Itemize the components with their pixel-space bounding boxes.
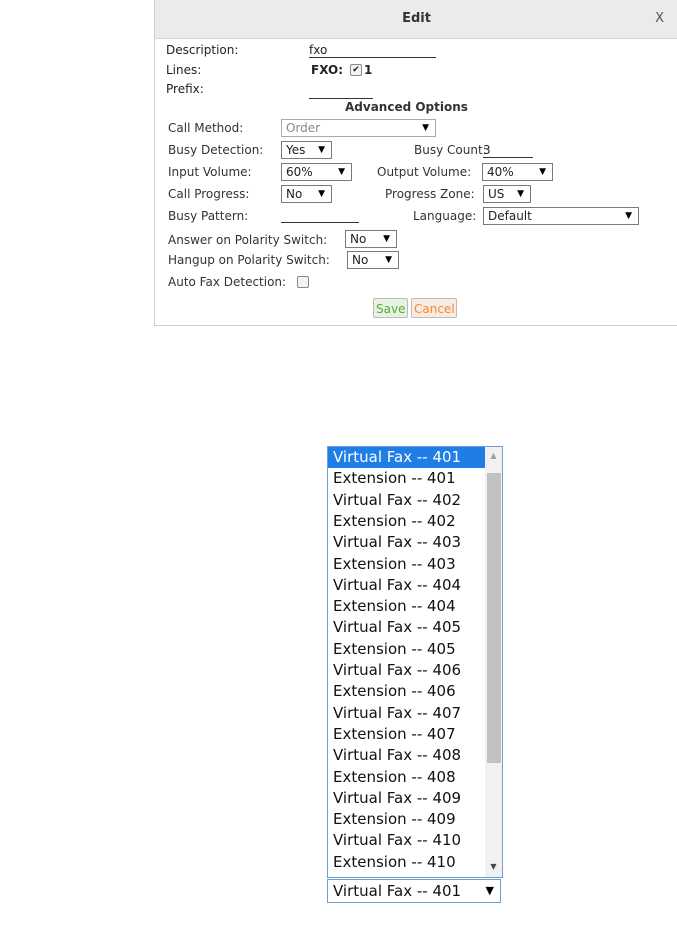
language-value: Default — [488, 209, 532, 223]
extension-select-value: Virtual Fax -- 401 — [333, 882, 462, 900]
hangup-polarity-value: No — [352, 253, 369, 267]
input-volume-label: Input Volume: — [168, 165, 252, 179]
call-method-select[interactable]: Order ▼ — [281, 119, 436, 137]
call-method-label: Call Method: — [168, 121, 244, 135]
close-button[interactable]: X — [655, 11, 664, 26]
save-button[interactable]: Save — [373, 298, 408, 318]
dropdown-option[interactable]: Virtual Fax -- 409 — [328, 788, 486, 809]
call-progress-label: Call Progress: — [168, 187, 250, 201]
dropdown-option[interactable]: Extension -- 404 — [328, 596, 486, 617]
answer-polarity-select[interactable]: No ▼ — [345, 230, 397, 248]
language-select[interactable]: Default ▼ — [483, 207, 639, 225]
busy-count-label: Busy Count: — [414, 143, 487, 157]
dropdown-option[interactable]: Extension -- 409 — [328, 809, 486, 830]
chevron-down-icon: ▼ — [625, 211, 632, 221]
input-volume-select[interactable]: 60% ▼ — [281, 163, 352, 181]
lines-label: Lines: — [166, 63, 202, 77]
answer-polarity-label: Answer on Polarity Switch: — [168, 233, 328, 247]
hangup-polarity-label: Hangup on Polarity Switch: — [168, 253, 330, 267]
chevron-down-icon: ▼ — [383, 234, 390, 244]
extension-select[interactable]: Virtual Fax -- 401 ▼ — [327, 879, 501, 903]
output-volume-value: 40% — [487, 165, 514, 179]
progress-zone-select[interactable]: US ▼ — [483, 185, 531, 203]
dropdown-option[interactable]: Virtual Fax -- 406 — [328, 660, 486, 681]
dropdown-option[interactable]: Virtual Fax -- 403 — [328, 532, 486, 553]
dropdown-option[interactable]: Extension -- 406 — [328, 681, 486, 702]
lines-fxo-label: FXO: — [311, 63, 344, 77]
extension-dropdown-list[interactable]: Virtual Fax -- 401 Extension -- 401 Virtua… — [327, 446, 503, 878]
dropdown-option[interactable]: Virtual Fax -- 401 — [328, 447, 486, 469]
chevron-down-icon: ▼ — [422, 123, 429, 133]
chevron-down-icon: ▼ — [485, 884, 494, 897]
chevron-down-icon: ▼ — [318, 145, 325, 155]
dropdown-option[interactable]: Extension -- 410 — [328, 852, 486, 873]
dropdown-option[interactable]: Virtual Fax -- 407 — [328, 703, 486, 724]
chevron-down-icon: ▼ — [385, 255, 392, 265]
call-method-value: Order — [286, 121, 321, 135]
chevron-down-icon: ▼ — [338, 167, 345, 177]
call-progress-select[interactable]: No ▼ — [281, 185, 332, 203]
busy-count-input[interactable]: 3 — [483, 143, 533, 158]
scroll-down-icon[interactable]: ▼ — [485, 862, 502, 871]
chevron-down-icon: ▼ — [318, 189, 325, 199]
dropdown-option[interactable]: Extension -- 407 — [328, 724, 486, 745]
input-volume-value: 60% — [286, 165, 313, 179]
busy-pattern-label: Busy Pattern: — [168, 209, 249, 223]
busy-detection-label: Busy Detection: — [168, 143, 264, 157]
language-label: Language: — [413, 209, 477, 223]
prefix-label: Prefix: — [166, 82, 204, 96]
advanced-options-heading: Advanced Options — [345, 100, 468, 114]
output-volume-select[interactable]: 40% ▼ — [482, 163, 553, 181]
busy-detection-select[interactable]: Yes ▼ — [281, 141, 332, 159]
dropdown-option[interactable]: Virtual Fax -- 405 — [328, 617, 486, 638]
chevron-down-icon: ▼ — [539, 167, 546, 177]
busy-detection-value: Yes — [286, 143, 306, 157]
edit-dialog: Edit X Description: fxo Lines: FXO: ✔ 1 … — [154, 0, 677, 326]
hangup-polarity-select[interactable]: No ▼ — [347, 251, 399, 269]
description-input[interactable]: fxo — [309, 43, 436, 58]
cancel-button[interactable]: Cancel — [411, 298, 457, 318]
dropdown-option[interactable]: Virtual Fax -- 410 — [328, 830, 486, 851]
scrollbar-thumb[interactable] — [487, 473, 501, 763]
scroll-up-icon[interactable]: ▲ — [485, 451, 502, 460]
auto-fax-detection-label: Auto Fax Detection: — [168, 275, 287, 289]
answer-polarity-value: No — [350, 232, 367, 246]
dropdown-scrollbar[interactable]: ▲ ▼ — [485, 447, 502, 877]
dropdown-option[interactable]: Extension -- 405 — [328, 639, 486, 660]
dropdown-option[interactable]: Virtual Fax -- 402 — [328, 490, 486, 511]
dropdown-option[interactable]: Extension -- 402 — [328, 511, 486, 532]
dropdown-option[interactable]: Virtual Fax -- 404 — [328, 575, 486, 596]
dropdown-option[interactable]: Extension -- 403 — [328, 554, 486, 575]
fxo-port-number: 1 — [364, 63, 373, 77]
auto-fax-detection-checkbox[interactable] — [297, 276, 309, 288]
fxo-port-checkbox[interactable]: ✔ — [350, 64, 362, 76]
chevron-down-icon: ▼ — [517, 189, 524, 199]
dialog-title-bar: Edit X — [155, 0, 677, 39]
busy-pattern-input[interactable] — [281, 208, 359, 223]
dropdown-option[interactable]: Virtual Fax -- 408 — [328, 745, 486, 766]
description-label: Description: — [166, 43, 239, 57]
dropdown-option[interactable]: Extension -- 401 — [328, 468, 486, 489]
progress-zone-label: Progress Zone: — [385, 187, 475, 201]
progress-zone-value: US — [488, 187, 505, 201]
dropdown-option[interactable]: Extension -- 408 — [328, 767, 486, 788]
dialog-title: Edit — [402, 11, 431, 26]
output-volume-label: Output Volume: — [377, 165, 472, 179]
prefix-input[interactable] — [309, 84, 373, 99]
call-progress-value: No — [286, 187, 303, 201]
